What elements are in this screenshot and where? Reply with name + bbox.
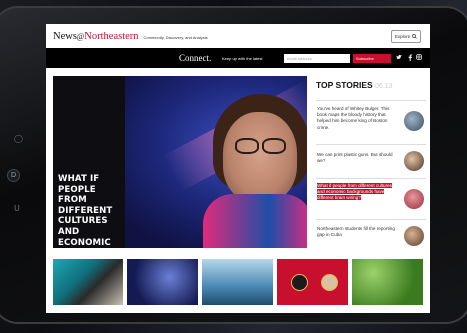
search-icon (412, 34, 417, 39)
avatar (321, 274, 338, 291)
screen: News@Northeastern Community, Discovery, … (46, 24, 430, 313)
hero-story[interactable]: What if people from different cultures a… (53, 76, 307, 248)
top-story-item[interactable]: Northeastern students fill the reporting… (316, 219, 426, 252)
hero-portrait-scarf (203, 194, 307, 248)
top-story-text[interactable]: We can print plastic guns. But should we… (317, 152, 397, 164)
top-story-thumbnail[interactable] (404, 189, 424, 209)
connect-title: Connect. (179, 53, 212, 63)
story-thumbnail[interactable] (352, 259, 423, 305)
tablet-side-button-2: U (14, 204, 20, 213)
top-story-item[interactable]: What if people from different cultures a… (316, 178, 426, 219)
top-story-thumbnail[interactable] (404, 151, 424, 171)
hero-portrait (223, 112, 297, 202)
twitter-icon[interactable] (396, 54, 403, 61)
top-stories-title: TOP STORIES 06.13 (316, 80, 393, 90)
subscribe-button[interactable]: Subscribe (353, 54, 391, 63)
hero-portrait-glasses (235, 138, 287, 154)
connect-prompt: Keep up with the latest (222, 56, 263, 61)
top-story-item[interactable]: You've heard of Whitey Bulger. This book… (316, 100, 426, 144)
top-story-item[interactable]: We can print plastic guns. But should we… (316, 144, 426, 178)
top-story-text[interactable]: Northeastern students fill the reporting… (317, 226, 397, 238)
story-thumbnail[interactable] (202, 259, 273, 305)
site-tagline: Community, Discovery, and Analysis (143, 34, 208, 40)
site-header: News@Northeastern Community, Discovery, … (46, 24, 430, 48)
top-story-thumbnail[interactable] (404, 111, 424, 131)
top-story-text[interactable]: You've heard of Whitey Bulger. This book… (317, 106, 397, 131)
avatar (291, 274, 308, 291)
story-thumbnail[interactable] (127, 259, 198, 305)
tablet-side-button-1: ◯ (14, 134, 23, 143)
facebook-icon[interactable] (407, 54, 413, 61)
hero-headline[interactable]: What if people from different cultures a… (58, 174, 122, 248)
email-input[interactable]: email address (284, 54, 350, 63)
site-logo[interactable]: News@Northeastern (53, 31, 139, 42)
instagram-icon[interactable] (416, 54, 422, 60)
top-story-text[interactable]: What if people from different cultures a… (317, 183, 397, 202)
top-story-thumbnail[interactable] (404, 226, 424, 246)
story-thumbnail[interactable] (277, 259, 348, 305)
connect-bar: Connect. Keep up with the latest email a… (46, 48, 430, 68)
tablet-home-button: D (7, 169, 20, 182)
explore-button[interactable]: Explore (391, 30, 421, 43)
story-thumbnail[interactable] (53, 259, 123, 305)
